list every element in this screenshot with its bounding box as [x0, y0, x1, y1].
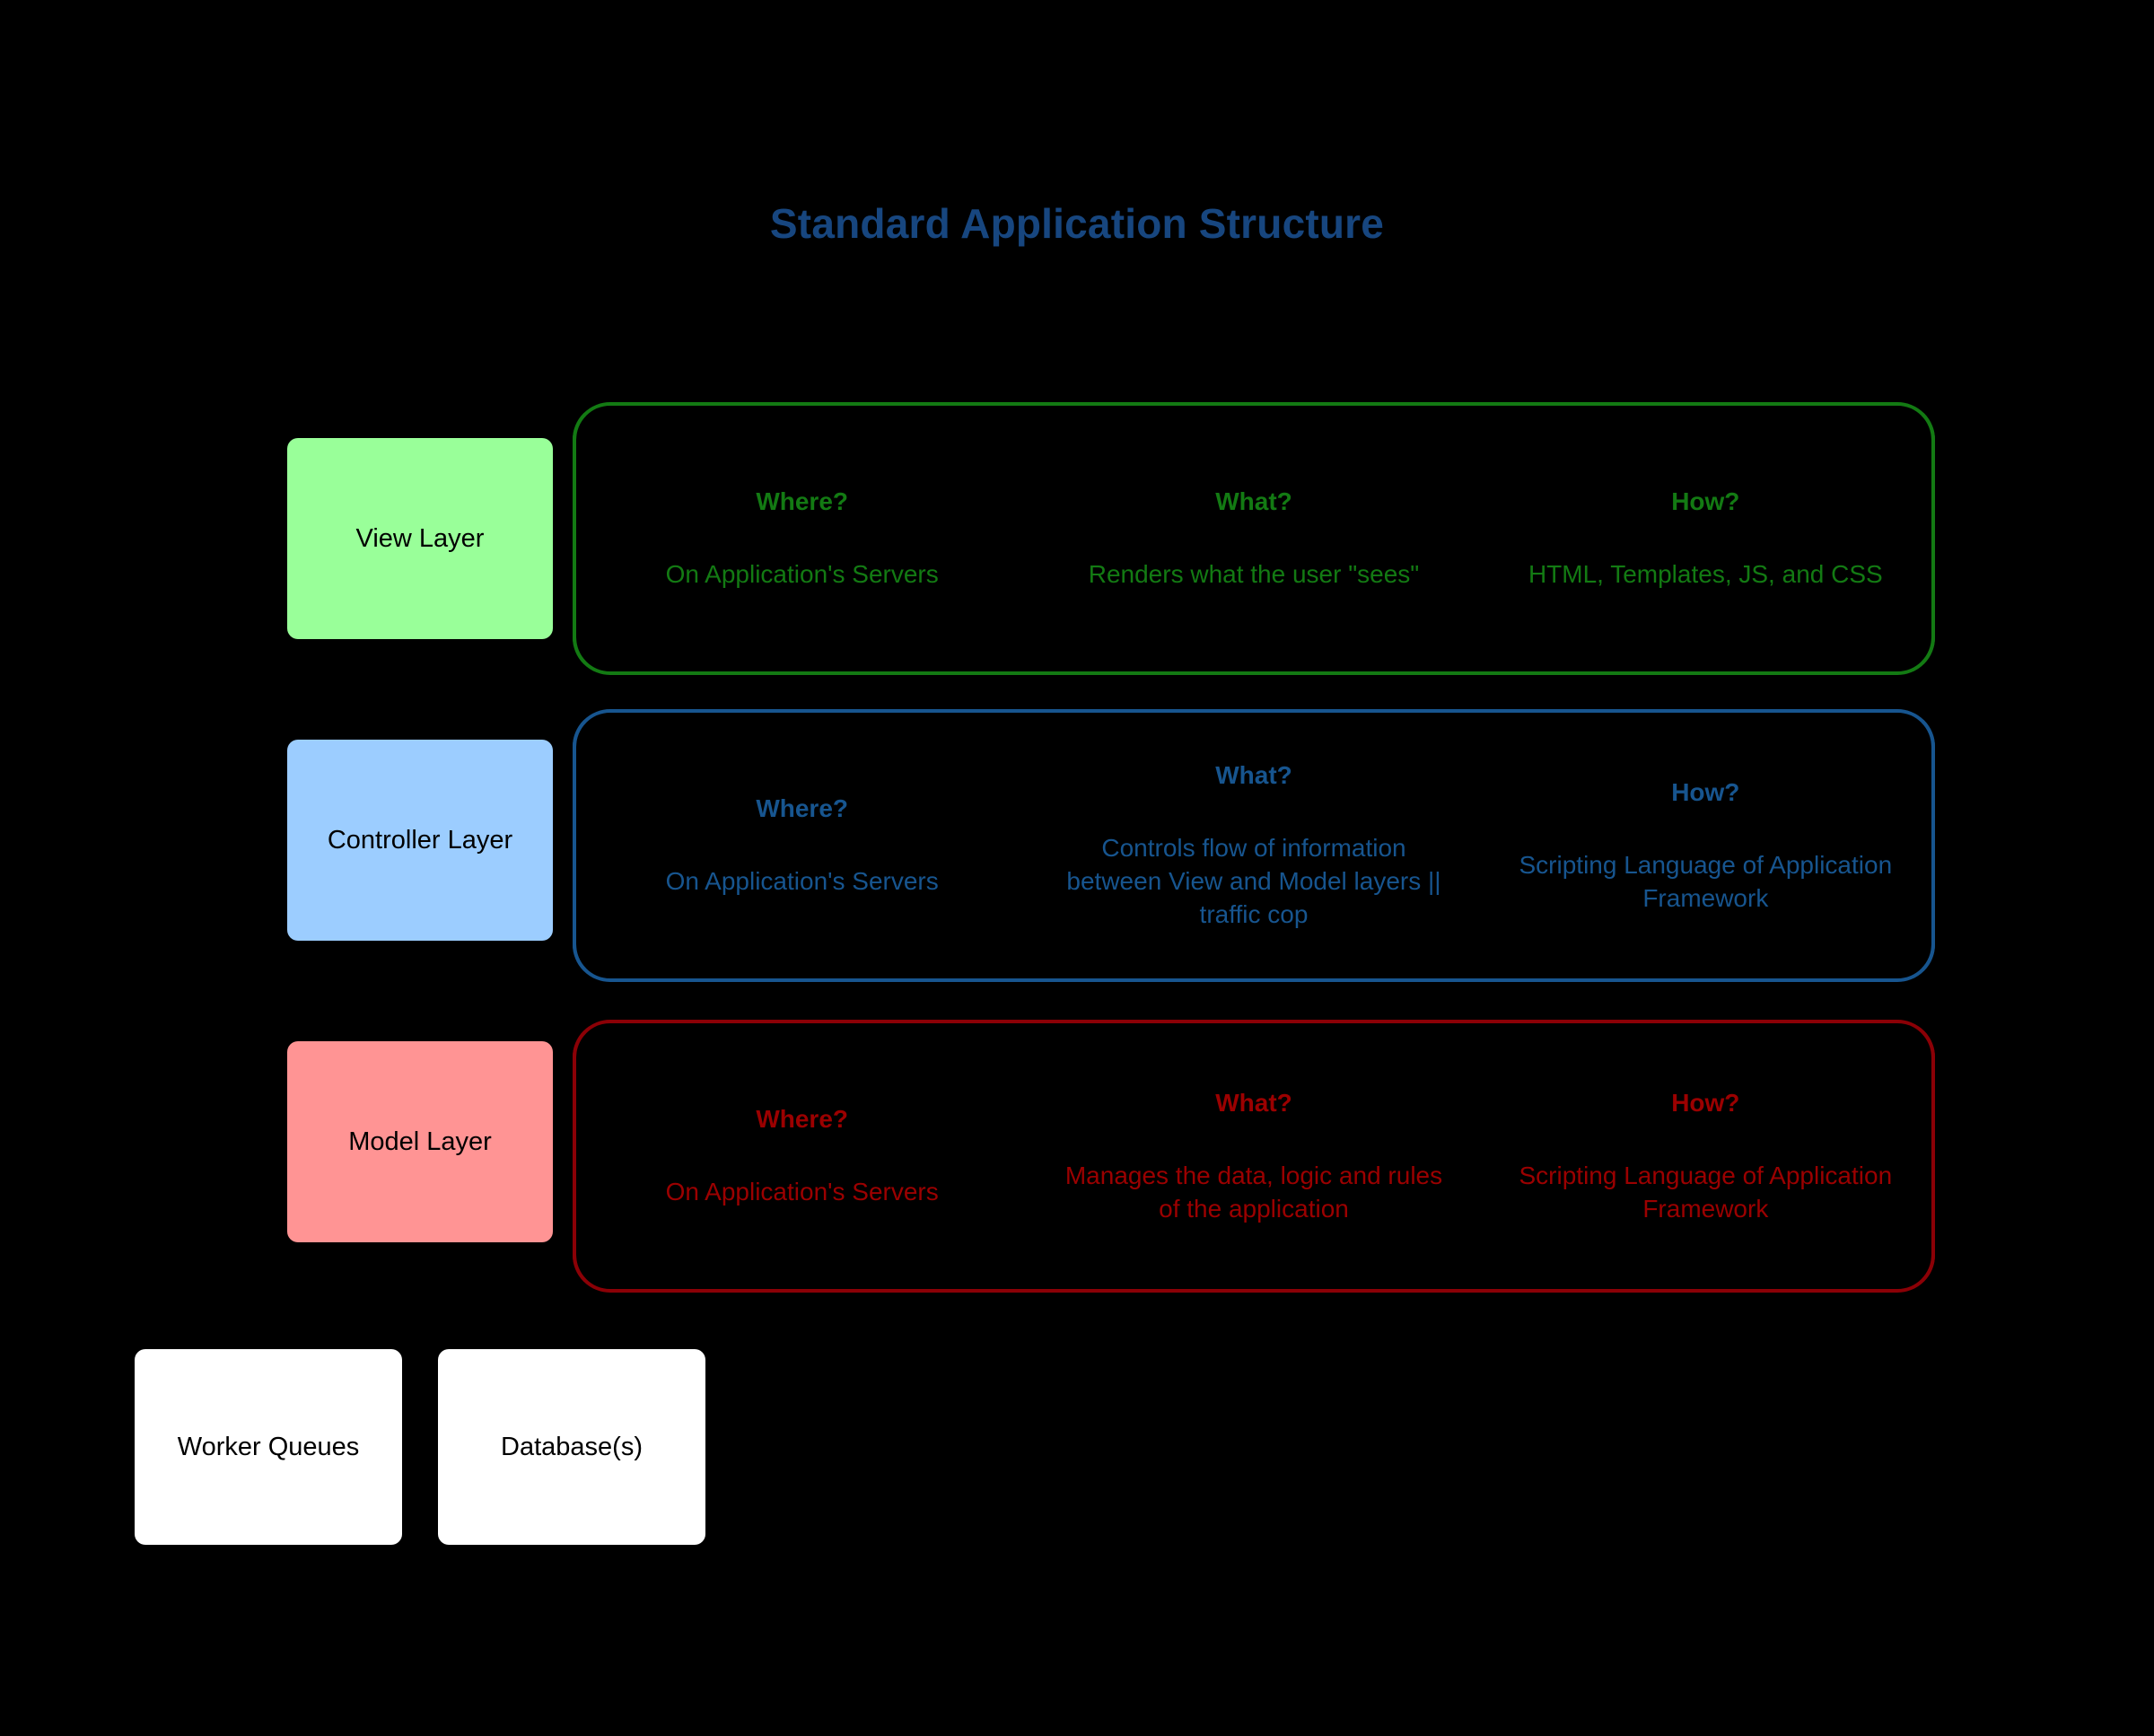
model-where-heading: Where?: [756, 1105, 848, 1134]
layer-box-model[interactable]: Model Layer: [287, 1041, 553, 1242]
model-how-heading: How?: [1671, 1088, 1740, 1117]
controller-how-body: Scripting Language of Application Framew…: [1519, 850, 1893, 912]
model-how-body: Scripting Language of Application Framew…: [1519, 1161, 1893, 1223]
view-column-where: Where? On Application's Servers: [576, 486, 1028, 592]
layer-panel-view-columns: Where? On Application's Servers What? Re…: [576, 406, 1931, 671]
view-where-heading: Where?: [756, 487, 848, 516]
layer-panel-model: Where? On Application's Servers What? Ma…: [573, 1020, 1935, 1293]
layer-box-controller-label: Controller Layer: [327, 825, 513, 855]
resource-box-databases[interactable]: Database(s): [438, 1349, 705, 1545]
model-column-how: How? Scripting Language of Application F…: [1480, 1087, 1931, 1226]
model-what-heading: What?: [1215, 1088, 1292, 1117]
layer-box-model-label: Model Layer: [348, 1127, 492, 1156]
resource-box-databases-label: Database(s): [501, 1432, 643, 1461]
controller-where-body: On Application's Servers: [665, 867, 939, 896]
controller-column-how: How? Scripting Language of Application F…: [1480, 776, 1931, 916]
view-column-how: How? HTML, Templates, JS, and CSS: [1480, 486, 1931, 592]
layer-box-view[interactable]: View Layer: [287, 438, 553, 639]
layer-panel-controller-columns: Where? On Application's Servers What? Co…: [576, 713, 1931, 978]
view-how-heading: How?: [1671, 487, 1740, 516]
controller-where-heading: Where?: [756, 794, 848, 823]
view-what-body: Renders what the user "sees": [1088, 560, 1420, 589]
controller-column-where: Where? On Application's Servers: [576, 793, 1028, 899]
view-where-body: On Application's Servers: [665, 560, 939, 589]
controller-how-heading: How?: [1671, 777, 1740, 806]
layer-panel-view: Where? On Application's Servers What? Re…: [573, 402, 1935, 675]
controller-column-what: What? Controls flow of information betwe…: [1028, 759, 1479, 932]
view-how-body: HTML, Templates, JS, and CSS: [1528, 560, 1883, 589]
layer-panel-controller: Where? On Application's Servers What? Co…: [573, 709, 1935, 982]
model-where-body: On Application's Servers: [665, 1178, 939, 1206]
view-what-heading: What?: [1215, 487, 1292, 516]
view-column-what: What? Renders what the user "sees": [1028, 486, 1479, 592]
resource-box-worker-queues[interactable]: Worker Queues: [135, 1349, 402, 1545]
layer-panel-model-columns: Where? On Application's Servers What? Ma…: [576, 1023, 1931, 1289]
resource-box-worker-queues-label: Worker Queues: [177, 1432, 360, 1461]
model-column-what: What? Manages the data, logic and rules …: [1028, 1087, 1479, 1226]
layer-box-view-label: View Layer: [355, 523, 485, 553]
controller-what-body: Controls flow of information between Vie…: [1066, 834, 1441, 928]
controller-what-heading: What?: [1215, 761, 1292, 790]
model-column-where: Where? On Application's Servers: [576, 1103, 1028, 1209]
page-title: Standard Application Structure: [769, 200, 1385, 247]
layer-box-controller[interactable]: Controller Layer: [287, 740, 553, 941]
model-what-body: Manages the data, logic and rules of the…: [1064, 1161, 1443, 1223]
